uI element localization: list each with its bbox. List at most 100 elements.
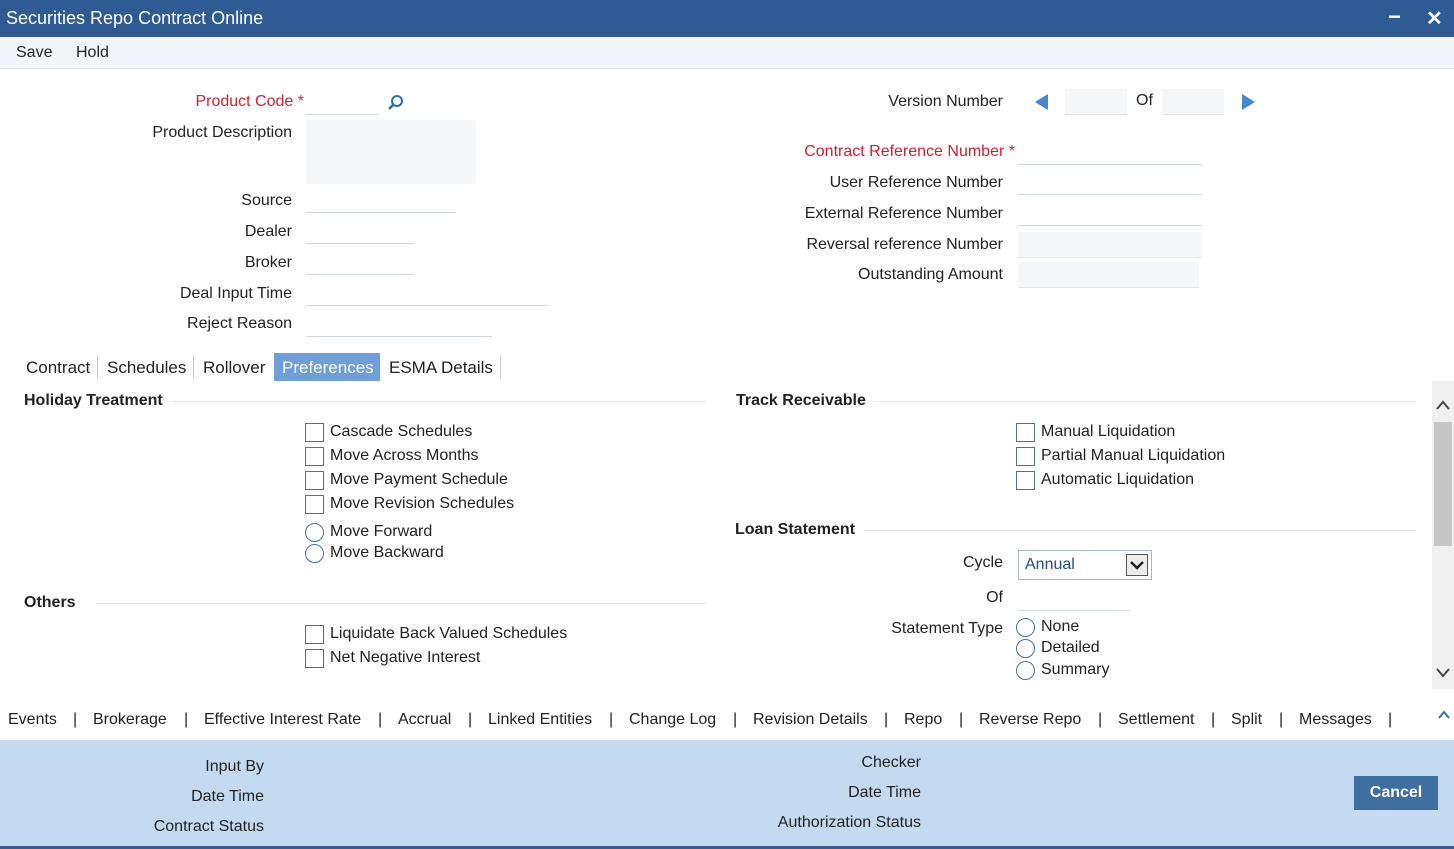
link-separator: | bbox=[73, 711, 78, 728]
link-separator: | bbox=[733, 711, 738, 728]
scroll-down-icon[interactable] bbox=[1435, 666, 1451, 685]
broker-input[interactable] bbox=[306, 251, 414, 275]
scrollbar-thumb[interactable] bbox=[1434, 422, 1452, 546]
checker-label: Checker bbox=[861, 754, 921, 771]
manual-liquidation-label: Manual Liquidation bbox=[1041, 423, 1176, 440]
events-link[interactable]: Events bbox=[8, 711, 57, 729]
link-separator: | bbox=[1098, 711, 1103, 728]
link-separator: | bbox=[609, 711, 614, 728]
save-button[interactable]: Save bbox=[16, 44, 52, 62]
link-separator: | bbox=[184, 711, 189, 728]
settlement-link[interactable]: Settlement bbox=[1118, 711, 1194, 729]
liquidate-back-valued-schedules-checkbox[interactable] bbox=[305, 625, 324, 644]
collapse-up-icon[interactable] bbox=[1437, 708, 1451, 726]
revision-details-link[interactable]: Revision Details bbox=[753, 711, 868, 729]
hold-button[interactable]: Hold bbox=[76, 44, 109, 62]
cancel-button[interactable]: Cancel bbox=[1354, 776, 1438, 810]
statement-type-detailed-radio[interactable] bbox=[1016, 639, 1035, 658]
cycle-value: Annual bbox=[1025, 556, 1075, 573]
link-separator: | bbox=[1279, 711, 1284, 728]
repo-link[interactable]: Repo bbox=[904, 711, 942, 729]
date-time-label: Date Time bbox=[191, 788, 264, 805]
menu-bar: Save Hold bbox=[0, 37, 1454, 69]
move-across-months-checkbox[interactable] bbox=[305, 447, 324, 466]
checker-date-time-label: Date Time bbox=[848, 784, 921, 801]
manual-liquidation-checkbox[interactable] bbox=[1016, 423, 1035, 442]
tab-separator bbox=[193, 355, 194, 379]
external-reference-number-input[interactable] bbox=[1018, 202, 1202, 226]
liquidate-back-valued-schedules-label: Liquidate Back Valued Schedules bbox=[330, 625, 568, 642]
reject-reason-input[interactable] bbox=[306, 313, 492, 337]
minimize-icon[interactable]: − bbox=[1388, 4, 1401, 30]
tab-esma-details[interactable]: ESMA Details bbox=[381, 353, 501, 381]
link-separator: | bbox=[1388, 711, 1393, 728]
product-description-label: Product Description bbox=[152, 124, 292, 141]
previous-version-icon[interactable] bbox=[1034, 94, 1050, 115]
chevron-down-icon[interactable] bbox=[1126, 554, 1148, 576]
tab-contract[interactable]: Contract bbox=[18, 353, 98, 381]
move-forward-radio[interactable] bbox=[305, 523, 324, 542]
holiday-treatment-title: Holiday Treatment bbox=[24, 392, 163, 409]
messages-link[interactable]: Messages bbox=[1299, 711, 1372, 729]
divider bbox=[864, 530, 1416, 531]
contract-reference-number-input[interactable] bbox=[1018, 141, 1202, 165]
version-number-label: Version Number bbox=[888, 93, 1003, 110]
source-label: Source bbox=[241, 192, 292, 209]
contract-status-label: Contract Status bbox=[153, 818, 264, 835]
move-across-months-label: Move Across Months bbox=[330, 447, 479, 464]
split-link[interactable]: Split bbox=[1231, 711, 1262, 729]
reverse-repo-link[interactable]: Reverse Repo bbox=[979, 711, 1081, 729]
dealer-input[interactable] bbox=[306, 220, 414, 244]
version-number-field bbox=[1065, 89, 1127, 115]
move-backward-label: Move Backward bbox=[330, 544, 444, 561]
user-reference-number-input[interactable] bbox=[1018, 171, 1202, 195]
statement-type-label: Statement Type bbox=[891, 620, 1003, 637]
source-input[interactable] bbox=[306, 189, 456, 213]
version-of-label: Of bbox=[1136, 92, 1153, 109]
broker-label: Broker bbox=[244, 254, 292, 271]
statement-type-summary-radio[interactable] bbox=[1016, 661, 1035, 680]
link-separator: | bbox=[959, 711, 964, 728]
effective-interest-rate-link[interactable]: Effective Interest Rate bbox=[204, 711, 361, 729]
linked-entities-link[interactable]: Linked Entities bbox=[488, 711, 592, 729]
tab-rollover[interactable]: Rollover bbox=[195, 353, 273, 381]
outstanding-amount-label: Outstanding Amount bbox=[858, 266, 1003, 283]
divider bbox=[874, 401, 1416, 402]
brokerage-link[interactable]: Brokerage bbox=[93, 711, 167, 729]
track-receivable-title: Track Receivable bbox=[736, 392, 866, 409]
automatic-liquidation-checkbox[interactable] bbox=[1016, 471, 1035, 490]
close-icon[interactable]: ✕ bbox=[1426, 6, 1443, 31]
contract-reference-number-label: Contract Reference Number * bbox=[804, 143, 1015, 160]
move-payment-schedule-checkbox[interactable] bbox=[305, 471, 324, 490]
statement-type-none-radio[interactable] bbox=[1016, 618, 1035, 637]
cycle-of-label: Of bbox=[986, 589, 1003, 606]
move-forward-label: Move Forward bbox=[330, 523, 433, 540]
subscreen-link-bar: Events | Brokerage | Effective Interest … bbox=[0, 702, 1454, 740]
net-negative-interest-checkbox[interactable] bbox=[305, 649, 324, 668]
partial-manual-liquidation-checkbox[interactable] bbox=[1016, 447, 1035, 466]
tab-separator bbox=[97, 355, 98, 379]
net-negative-interest-label: Net Negative Interest bbox=[330, 649, 481, 666]
scroll-up-icon[interactable] bbox=[1435, 398, 1451, 417]
statement-type-summary-label: Summary bbox=[1041, 661, 1110, 678]
cycle-of-input[interactable] bbox=[1018, 587, 1130, 611]
cycle-select[interactable]: Annual bbox=[1018, 550, 1152, 580]
move-backward-radio[interactable] bbox=[305, 544, 324, 563]
partial-manual-liquidation-label: Partial Manual Liquidation bbox=[1041, 447, 1226, 464]
cascade-schedules-checkbox[interactable] bbox=[305, 423, 324, 442]
change-log-link[interactable]: Change Log bbox=[629, 711, 716, 729]
product-code-label: Product Code * bbox=[195, 93, 304, 110]
tab-preferences[interactable]: Preferences bbox=[274, 353, 380, 381]
search-icon[interactable] bbox=[387, 94, 405, 117]
product-code-input[interactable] bbox=[306, 91, 378, 115]
product-description-textarea[interactable] bbox=[306, 120, 476, 184]
statement-type-detailed-label: Detailed bbox=[1041, 639, 1100, 656]
accrual-link[interactable]: Accrual bbox=[398, 711, 451, 729]
deal-input-time-input[interactable] bbox=[306, 282, 548, 306]
input-by-label: Input By bbox=[205, 758, 264, 775]
move-revision-schedules-checkbox[interactable] bbox=[305, 495, 324, 514]
link-separator: | bbox=[884, 711, 889, 728]
tab-schedules[interactable]: Schedules bbox=[99, 353, 194, 381]
divider bbox=[96, 603, 706, 604]
next-version-icon[interactable] bbox=[1240, 94, 1256, 115]
